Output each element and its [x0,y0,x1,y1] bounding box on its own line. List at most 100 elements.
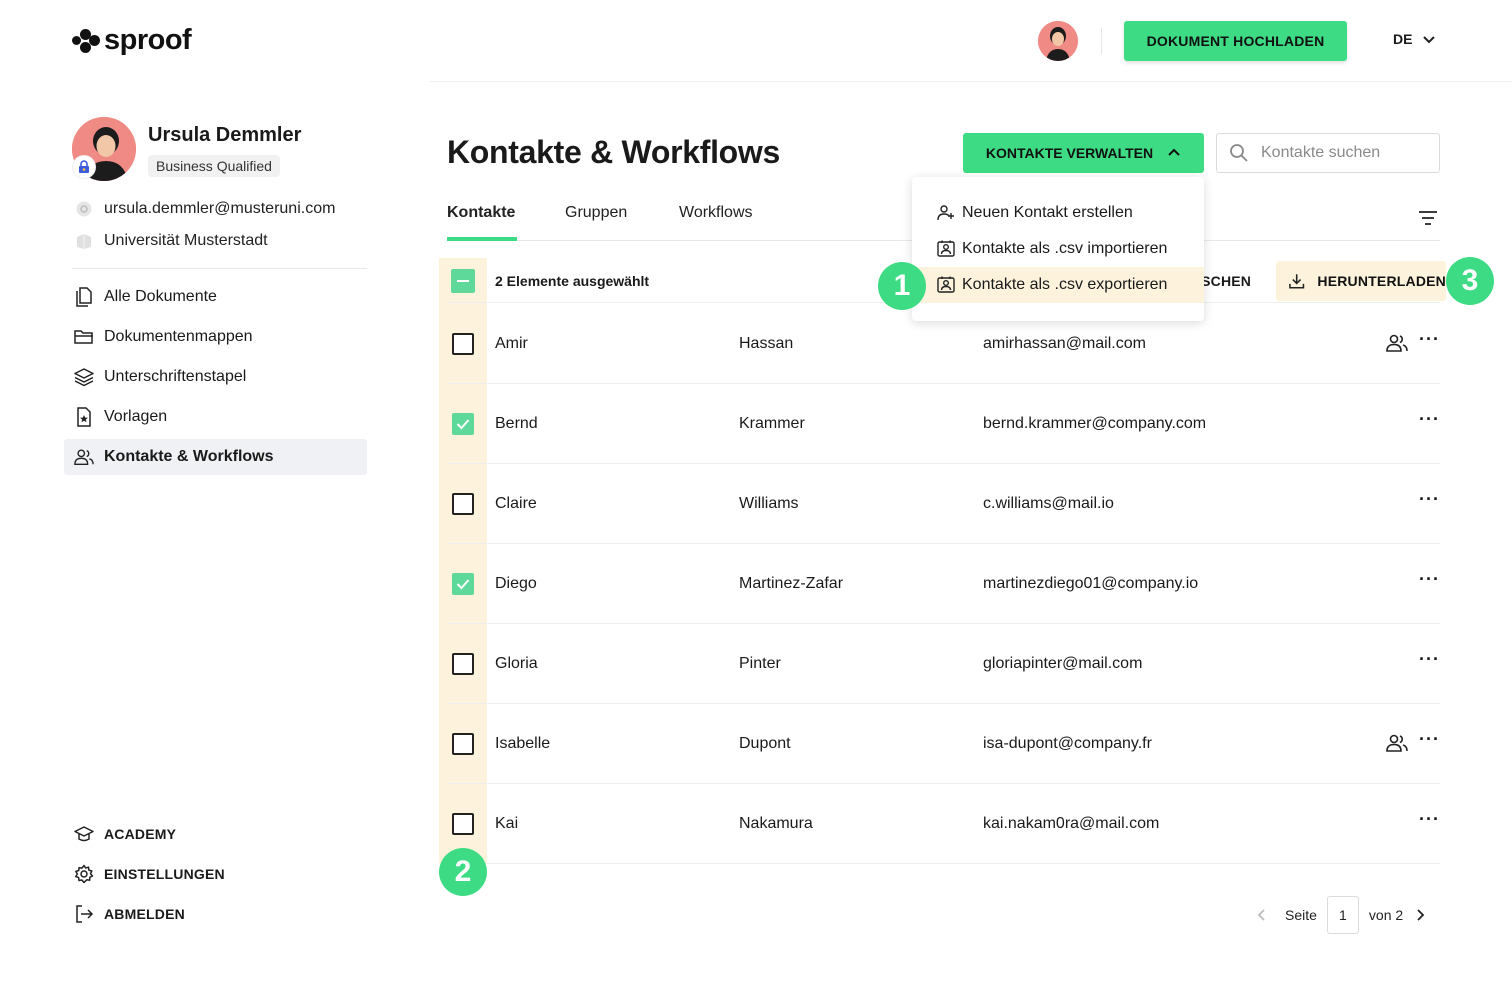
sidebar-item-label: Unterschriftenstapel [104,368,247,385]
table-row[interactable]: Isabelle Dupont isa-dupont@company.fr ··… [447,704,1440,784]
last-name: Dupont [739,735,791,752]
first-name: Claire [495,495,537,512]
table-row[interactable]: Kai Nakamura kai.nakam0ra@mail.com ··· [447,784,1440,864]
menu-item-import-csv[interactable]: Kontakte als .csv importieren [912,231,1204,267]
row-checkbox[interactable] [452,653,474,675]
row-checkbox[interactable] [452,493,474,515]
last-name: Williams [739,495,799,512]
manage-contacts-dropdown: Neuen Kontakt erstellen Kontakte als .cs… [912,177,1204,321]
group-icon [1386,334,1408,352]
sidebar-item-templates[interactable]: Vorlagen [64,399,367,435]
building-icon [74,231,94,251]
pagination: Seite 1 von 2 [1255,896,1427,934]
at-sign-icon [74,199,94,219]
manage-contacts-button[interactable]: KONTAKTE VERWALTEN [963,133,1204,173]
group-icon [1386,734,1408,752]
template-icon [74,407,94,427]
first-name: Diego [495,575,537,592]
chevron-right-icon[interactable] [1413,908,1427,922]
sidebar-item-folders[interactable]: Dokumentenmappen [64,319,367,355]
last-name: Krammer [739,415,805,432]
menu-item-label: Kontakte als .csv exportieren [962,276,1168,293]
profile-name: Ursula Demmler [148,124,302,146]
chevron-down-icon [1423,36,1436,44]
profile-organization-row: Universität Musterstadt [74,231,268,251]
user-avatar[interactable] [1038,21,1078,61]
search-icon [1230,144,1248,162]
sidebar-item-label: Alle Dokumente [104,288,217,305]
manage-contacts-label: KONTAKTE VERWALTEN [985,145,1154,161]
search-input[interactable] [1261,144,1421,162]
chevron-up-icon [1168,148,1180,156]
step-marker-1: 1 [878,262,926,310]
import-icon [937,240,955,257]
language-selector[interactable]: DE [1393,31,1436,47]
sidebar-item-label: Kontakte & Workflows [104,448,274,465]
more-options-icon[interactable]: ··· [1419,650,1440,668]
add-user-icon [937,205,954,221]
settings-link[interactable]: EINSTELLUNGEN [74,864,225,884]
table-row[interactable]: Diego Martinez-Zafar martinezdiego01@com… [447,544,1440,624]
more-options-icon[interactable]: ··· [1419,730,1440,748]
more-options-icon[interactable]: ··· [1419,330,1440,348]
row-checkbox[interactable] [452,733,474,755]
tab-workflows[interactable]: Workflows [679,204,753,222]
stack-icon [74,367,94,387]
more-options-icon[interactable]: ··· [1419,410,1440,428]
table-row[interactable]: Gloria Pinter gloriapinter@mail.com ··· [447,624,1440,704]
profile-organization: Universität Musterstadt [104,232,268,249]
first-name: Gloria [495,655,538,672]
gear-icon [74,864,94,884]
download-button[interactable]: HERUNTERLADEN [1276,261,1446,301]
tab-groups[interactable]: Gruppen [565,204,627,222]
profile-email: ursula.demmler@musteruni.com [104,200,336,217]
email: c.williams@mail.io [983,495,1114,512]
more-options-icon[interactable]: ··· [1419,490,1440,508]
sidebar-item-signature-stack[interactable]: Unterschriftenstapel [64,359,367,395]
filter-icon[interactable] [1418,209,1438,227]
page-number-input[interactable]: 1 [1326,896,1359,934]
step-marker-3: 3 [1446,257,1494,305]
logout-label: ABMELDEN [104,906,185,922]
row-checkbox[interactable] [452,573,474,595]
table-row[interactable]: Claire Williams c.williams@mail.io ··· [447,464,1440,544]
header-divider [430,81,1512,82]
academy-label: ACADEMY [104,826,177,842]
sidebar-item-contacts-workflows[interactable]: Kontakte & Workflows [64,439,367,475]
download-label: HERUNTERLADEN [1317,273,1446,289]
selection-count: 2 Elemente ausgewählt [495,273,650,289]
menu-item-label: Neuen Kontakt erstellen [962,204,1133,221]
brand-logo[interactable]: sproof [72,24,192,57]
email: kai.nakam0ra@mail.com [983,815,1160,832]
academy-link[interactable]: ACADEMY [74,824,176,844]
page-total: von 2 [1368,907,1404,923]
contacts-icon [74,447,94,467]
first-name: Amir [495,335,528,352]
more-options-icon[interactable]: ··· [1419,570,1440,588]
menu-item-export-csv[interactable]: Kontakte als .csv exportieren [912,267,1204,303]
logout-icon [74,904,94,924]
first-name: Kai [495,815,519,832]
upload-document-button[interactable]: DOKUMENT HOCHLADEN [1124,21,1347,61]
logout-link[interactable]: ABMELDEN [74,904,185,924]
row-checkbox[interactable] [452,333,474,355]
table-row[interactable]: Bernd Krammer bernd.krammer@company.com … [447,384,1440,464]
last-name: Martinez-Zafar [739,575,844,592]
search-field[interactable] [1216,133,1440,173]
document-icon [74,287,94,307]
email: amirhassan@mail.com [983,335,1146,352]
row-checkbox[interactable] [452,813,474,835]
email: gloriapinter@mail.com [983,655,1143,672]
page-title: Kontakte & Workflows [447,134,781,170]
row-checkbox[interactable] [452,413,474,435]
chevron-left-icon[interactable] [1255,908,1269,922]
email: isa-dupont@company.fr [983,735,1152,752]
last-name: Pinter [739,655,781,672]
active-tab-indicator [447,237,517,241]
tab-contacts[interactable]: Kontakte [447,204,515,222]
sidebar-divider [72,268,367,269]
sidebar-item-all-documents[interactable]: Alle Dokumente [64,279,367,315]
more-options-icon[interactable]: ··· [1419,810,1440,828]
select-all-checkbox[interactable] [451,269,475,293]
menu-item-new-contact[interactable]: Neuen Kontakt erstellen [912,195,1204,231]
